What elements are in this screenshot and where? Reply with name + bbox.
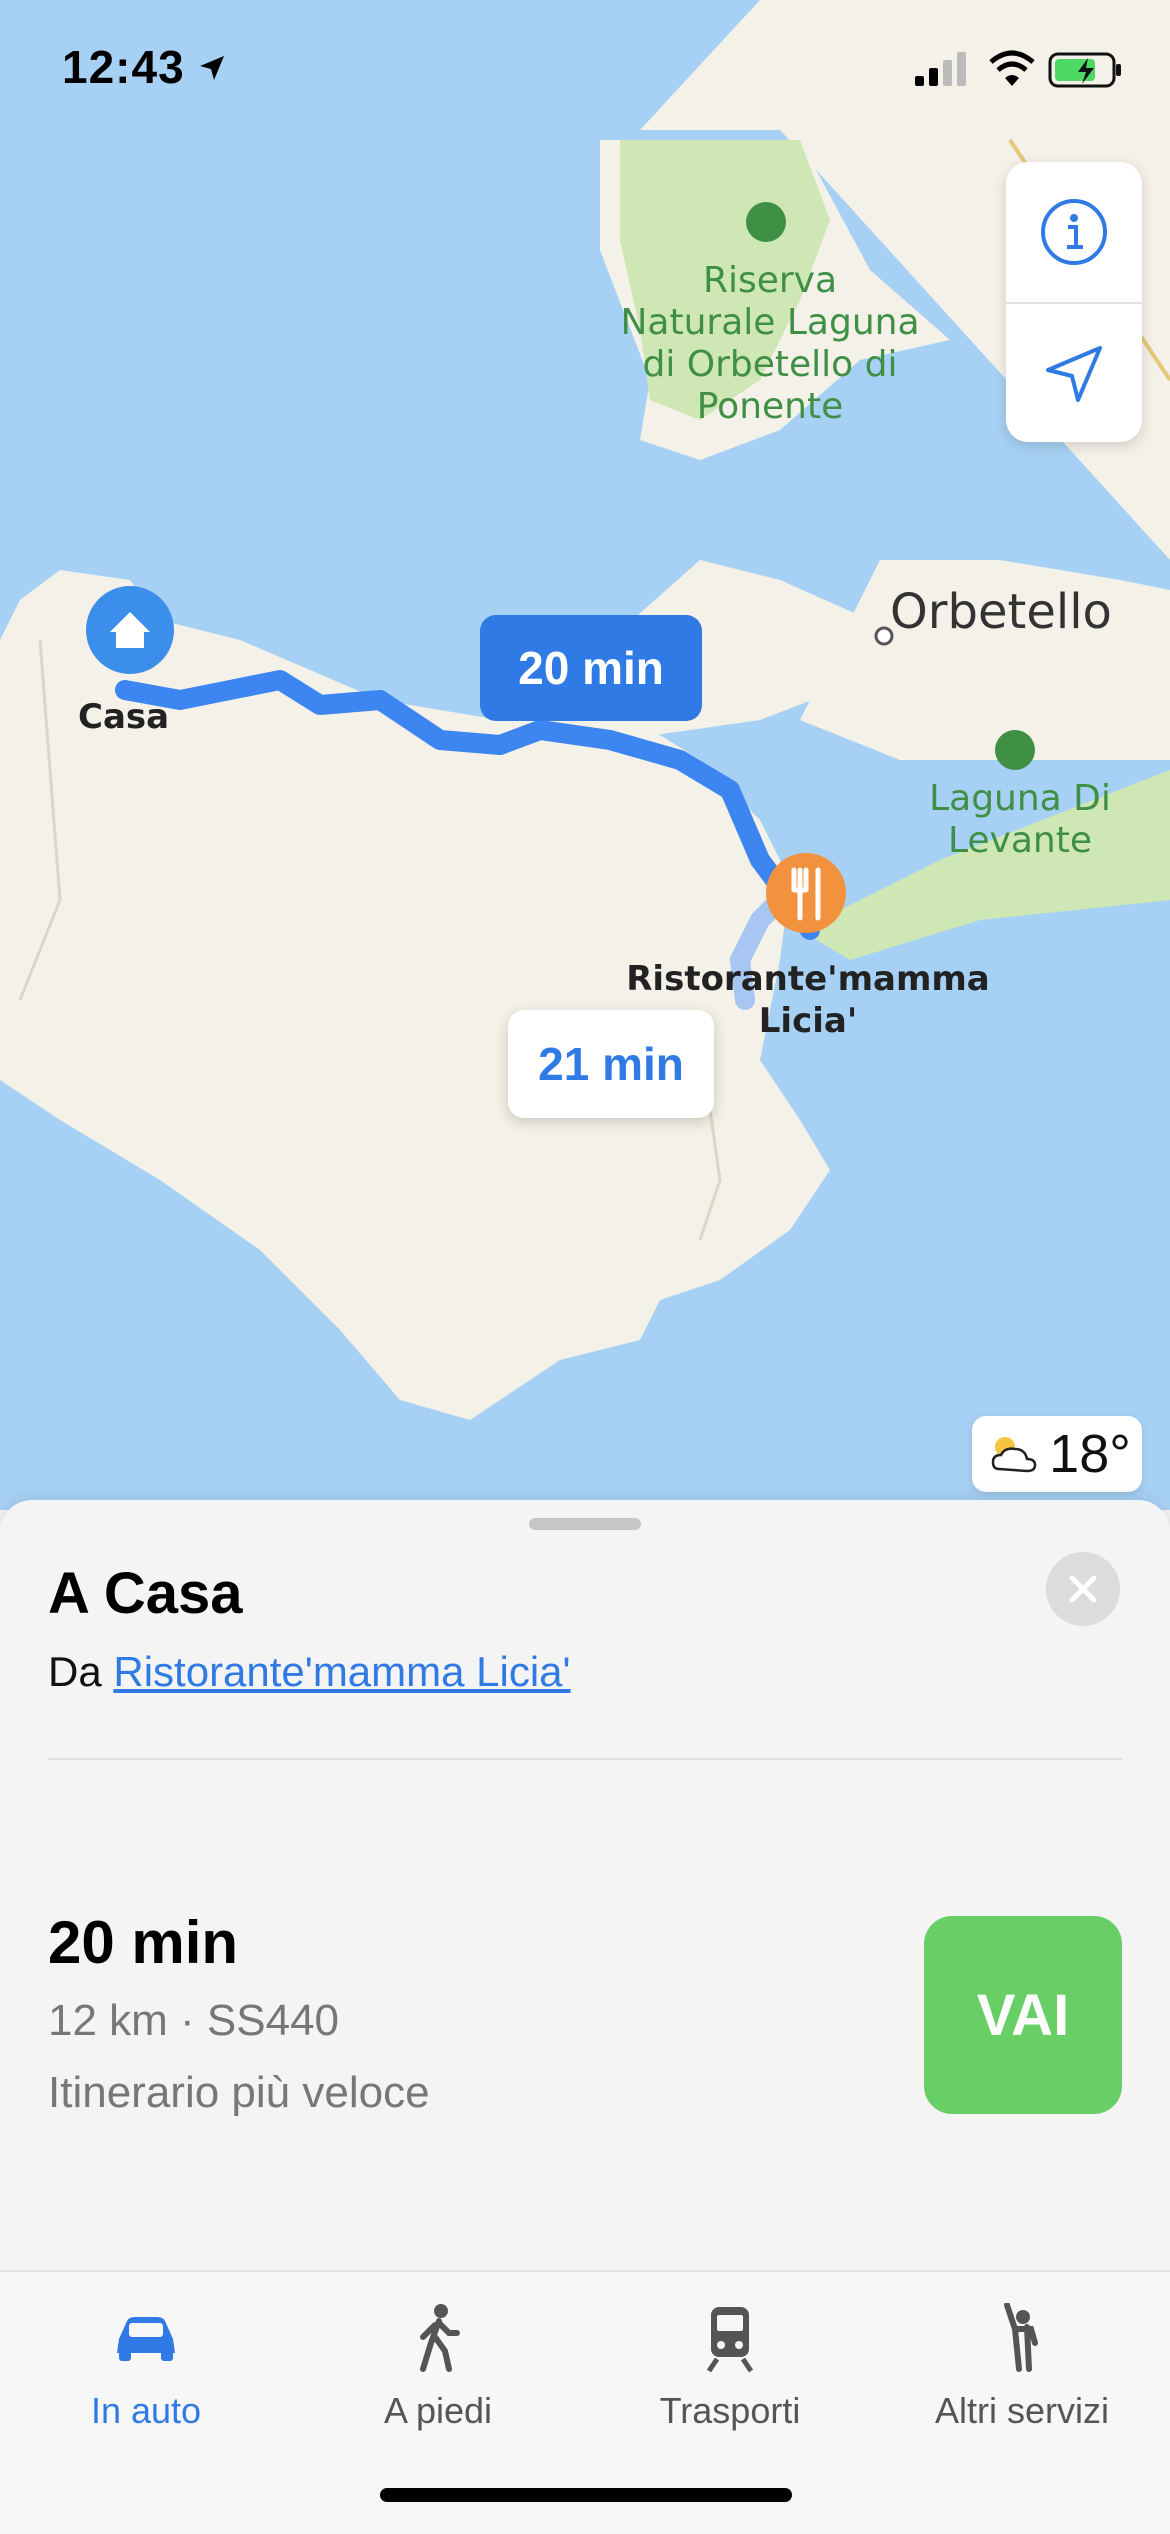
- status-bar: 12:43: [0, 0, 1170, 140]
- wifi-icon: [989, 50, 1035, 86]
- map-view[interactable]: Riserva Naturale Laguna di Orbetello di …: [0, 0, 1170, 1510]
- train-icon: [706, 2307, 754, 2373]
- route-time-alternative[interactable]: 21 min: [508, 1010, 714, 1118]
- town-label-orbetello[interactable]: Orbetello: [890, 584, 1112, 640]
- sheet-grabber[interactable]: [529, 1518, 641, 1530]
- origin-line: Da Ristorante'mamma Licia': [48, 1648, 571, 1696]
- location-arrow-icon: [1046, 346, 1102, 402]
- partly-cloudy-icon: [991, 1437, 1037, 1473]
- origin-prefix: Da: [48, 1648, 102, 1695]
- map-canvas: [0, 0, 1170, 1510]
- tab-altri-servizi[interactable]: Altri servizi: [876, 2294, 1168, 2432]
- home-label[interactable]: Casa: [78, 696, 169, 738]
- close-icon: [1069, 1575, 1097, 1603]
- tab-label: In auto: [90, 2390, 202, 2431]
- tab-a-piedi[interactable]: A piedi: [292, 2294, 584, 2432]
- car-icon: [117, 2317, 175, 2361]
- map-info-button[interactable]: [1006, 162, 1142, 302]
- route-distance: 12 km · SS440: [48, 1996, 340, 2045]
- go-button[interactable]: VAI: [924, 1916, 1122, 2114]
- signal-icon: [915, 52, 966, 86]
- location-arrow-icon: [200, 56, 224, 80]
- info-icon: [1041, 199, 1107, 265]
- route-duration[interactable]: 20 min: [48, 1908, 238, 1977]
- park-label-levante[interactable]: Laguna Di Levante: [900, 778, 1140, 862]
- map-controls: [1006, 162, 1142, 442]
- restaurant-pin: [766, 853, 846, 933]
- tab-label: Altri servizi: [934, 2390, 1109, 2431]
- weather-badge: 18°: [972, 1416, 1142, 1492]
- home-indicator[interactable]: [380, 2488, 792, 2502]
- origin-link[interactable]: Ristorante'mamma Licia': [113, 1648, 570, 1695]
- hail-icon: [1004, 2303, 1038, 2372]
- tab-in-auto[interactable]: In auto: [0, 2294, 292, 2432]
- route-description: Itinerario più veloce: [48, 2068, 430, 2117]
- battery-icon: [1048, 52, 1121, 88]
- park-label-ponente[interactable]: Riserva Naturale Laguna di Orbetello di …: [590, 260, 950, 428]
- status-time: 12:43: [62, 41, 185, 93]
- sheet-divider: [48, 1758, 1122, 1760]
- tracking-button[interactable]: [1006, 304, 1142, 444]
- route-time-primary[interactable]: 20 min: [480, 615, 702, 721]
- weather-temperature: 18°: [1049, 1424, 1131, 1484]
- tab-label: Trasporti: [659, 2390, 801, 2431]
- sheet-title: A Casa: [48, 1561, 243, 1626]
- close-button[interactable]: [1046, 1552, 1120, 1626]
- tab-trasporti[interactable]: Trasporti: [584, 2294, 876, 2432]
- walking-icon: [420, 2304, 460, 2372]
- tab-label: A piedi: [383, 2390, 493, 2431]
